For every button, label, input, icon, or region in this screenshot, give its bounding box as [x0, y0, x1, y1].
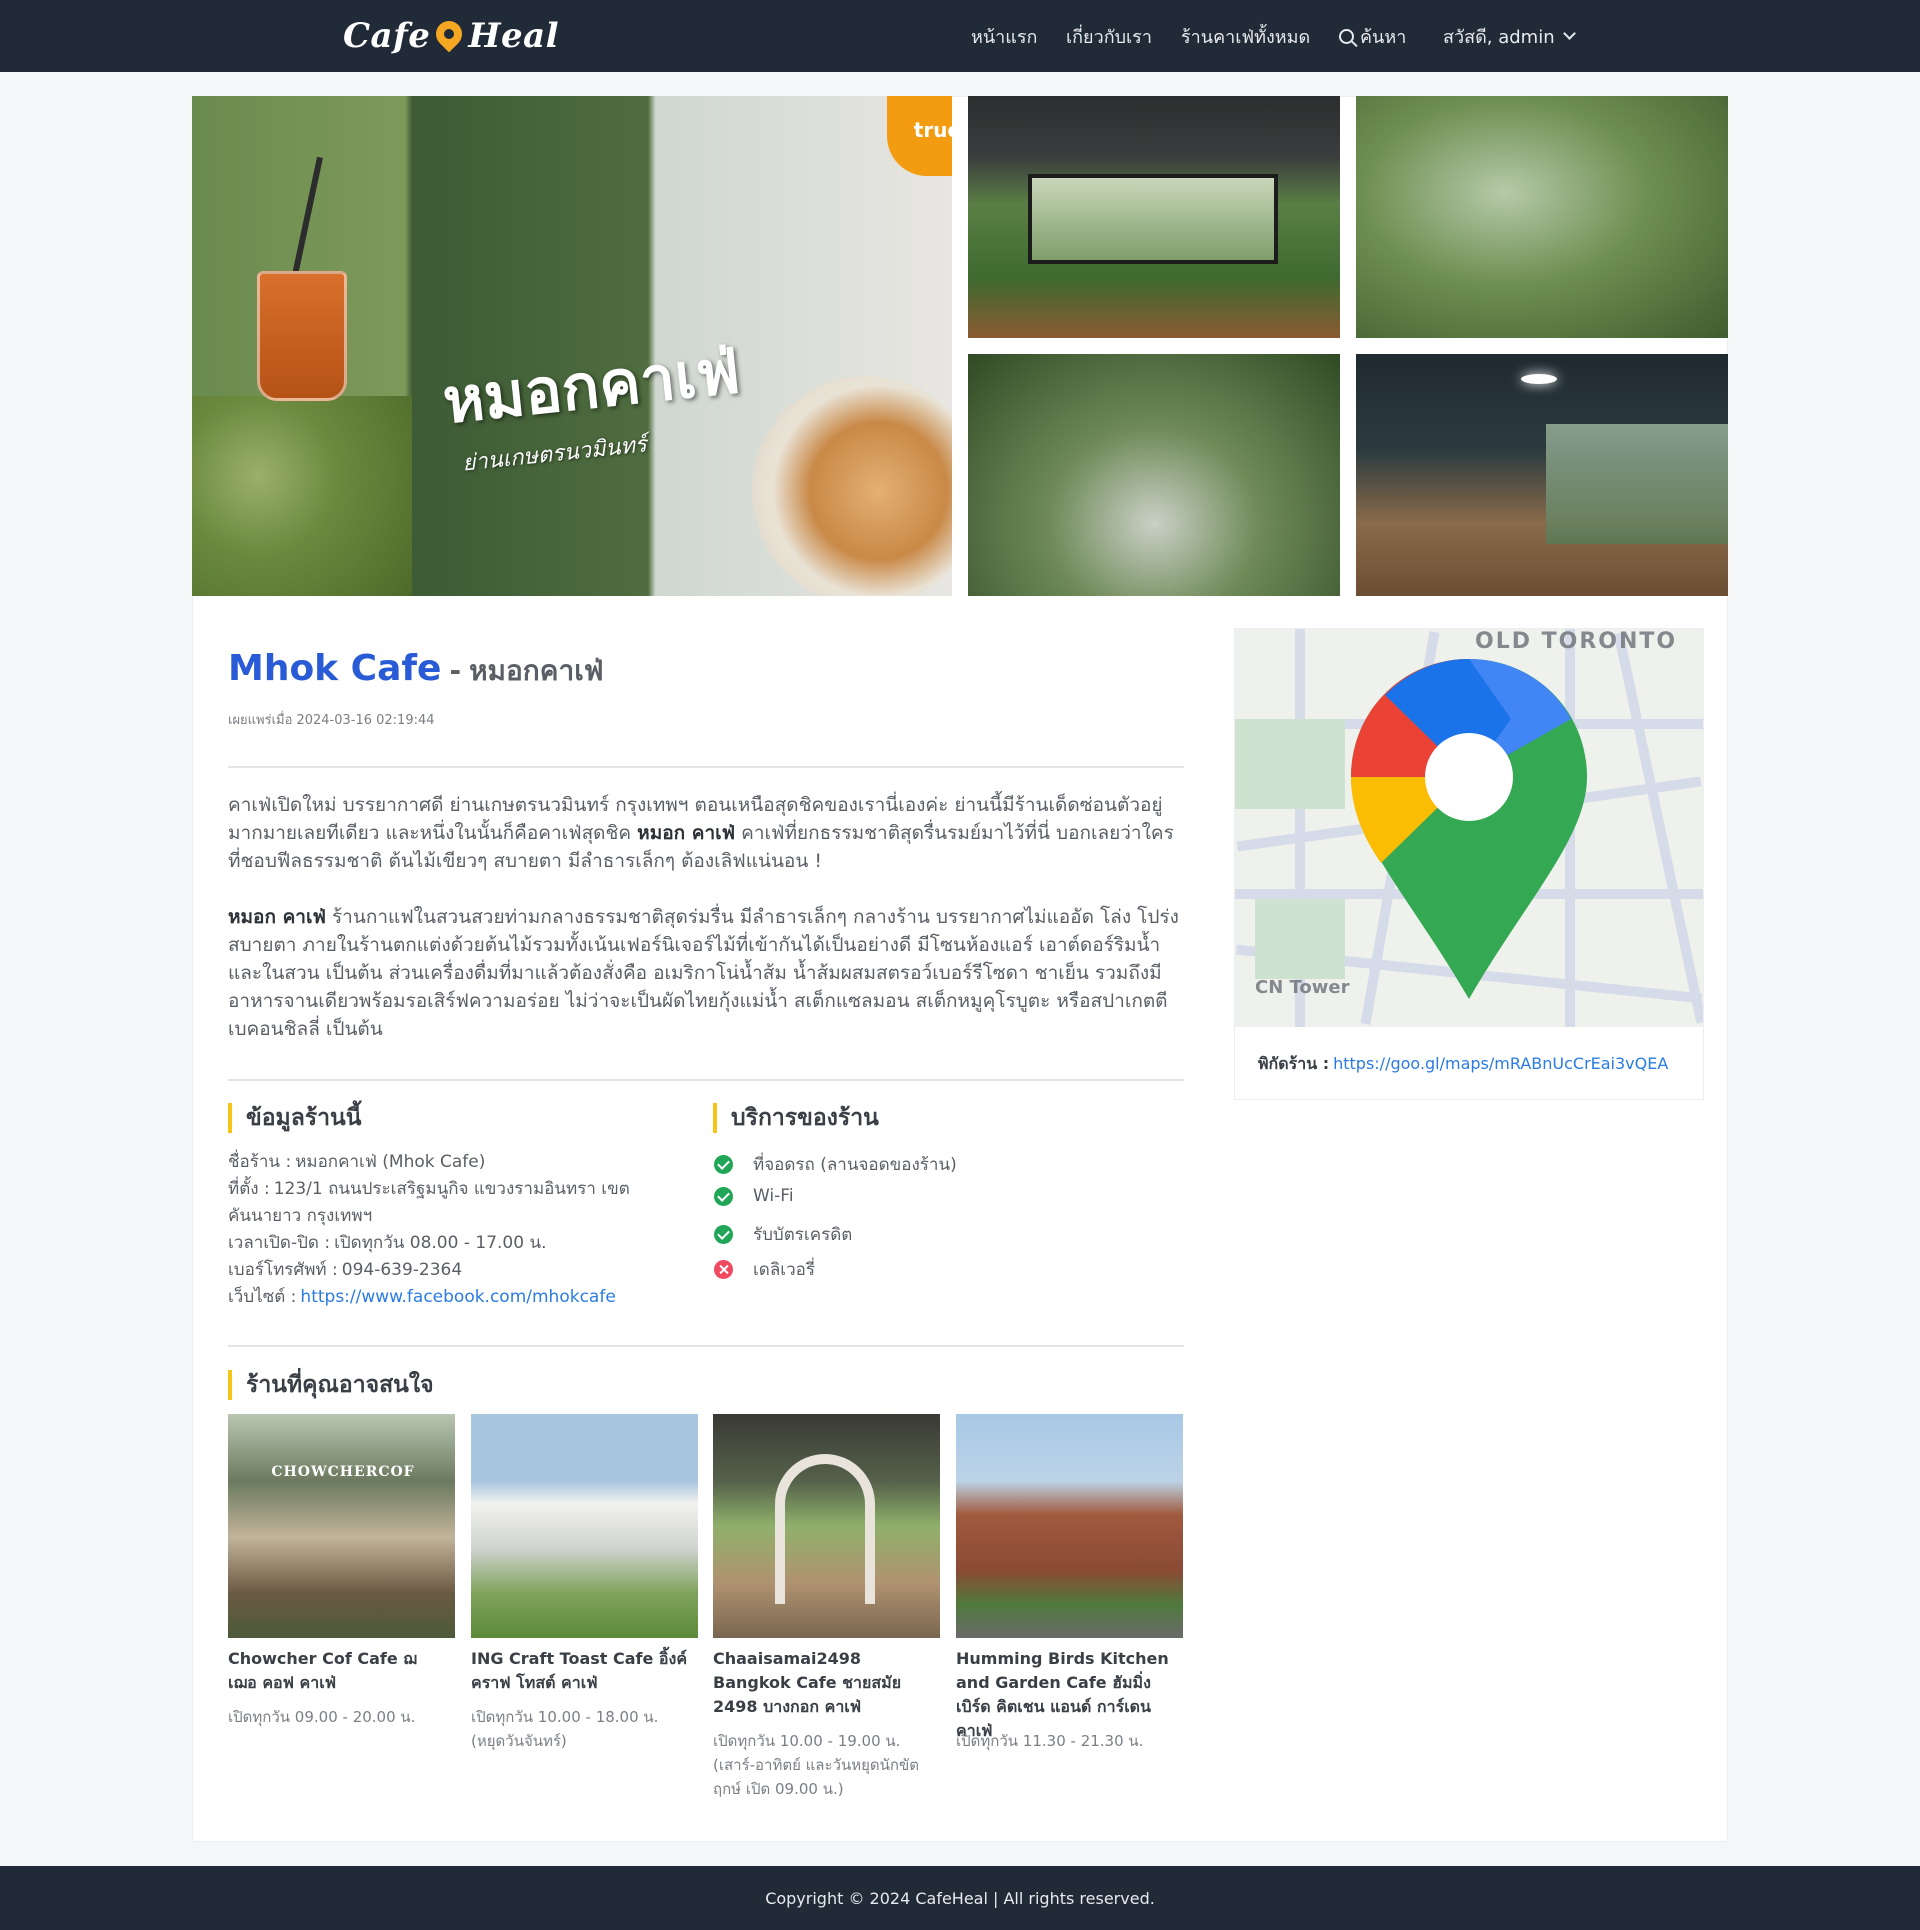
info-name: ชื่อร้าน : หมอกคาเฟ่ (Mhok Cafe) [228, 1152, 486, 1172]
user-menu[interactable]: สวัสดี, admin [1443, 0, 1576, 72]
gallery-photo-4[interactable] [1356, 354, 1728, 596]
related-cafe-name[interactable]: ING Craft Toast Cafe อิ้งค์ คราฟ โทสต์ ค… [471, 1647, 689, 1695]
description-paragraph-1: คาเฟ่เปิดใหม่ บรรยากาศดี ย่านเกษตรนวมินท… [228, 794, 1174, 872]
related-cafe-image[interactable] [956, 1414, 1183, 1638]
check-circle-icon [714, 1225, 733, 1244]
related-cafe-hours: เปิดทุกวัน 10.00 - 18.00 น. (หยุดวันจันท… [471, 1708, 659, 1750]
map-coord-label: พิกัดร้าน : [1258, 1054, 1330, 1073]
related-cafe-hours: เปิดทุกวัน 11.30 - 21.30 น. [956, 1732, 1144, 1750]
service-item: Wi-Fi [714, 1186, 794, 1206]
map-pin-icon [430, 15, 468, 53]
info-website: เว็บไซต์ : https://www.facebook.com/mhokc… [228, 1287, 616, 1307]
related-cafe-image[interactable]: CHOWCHERCOF [228, 1414, 455, 1638]
title-separator: - [449, 654, 462, 687]
cafe-name-en: Mhok Cafe [228, 648, 442, 689]
related-cafe-hours: เปิดทุกวัน 10.00 - 19.00 น. (เสาร์-อาทิต… [713, 1732, 919, 1798]
description-paragraph-2: หมอก คาเฟ่ ร้านกาแฟในสวนสวยท่ามกลางธรรมช… [228, 906, 1179, 1040]
info-phone: เบอร์โทรศัพท์ :094-639-2364 [228, 1260, 463, 1280]
gallery-photo-3[interactable] [968, 354, 1340, 596]
site-logo[interactable]: Cafe Heal [343, 14, 559, 58]
logo-text-cafe: Cafe [343, 16, 431, 56]
logo-text-heal: Heal [468, 16, 560, 56]
divider [228, 766, 1184, 768]
website-link[interactable]: https://www.facebook.com/mhokcafe [300, 1287, 615, 1307]
cafe-name-bold: หมอก คาเฟ่ [228, 906, 326, 928]
gallery-main-photo[interactable]: หมอกคาเฟ่ ย่านเกษตรนวมินทร์ true [192, 96, 952, 596]
map-coordinate: พิกัดร้าน : https://goo.gl/maps/mRABnUcCr… [1258, 1052, 1668, 1077]
map-coord-link[interactable]: https://goo.gl/maps/mRABnUcCrEai3vQEA [1333, 1054, 1668, 1073]
service-item: เดลิเวอรี่ [714, 1256, 815, 1283]
check-circle-icon [714, 1186, 733, 1206]
related-cafe-image[interactable] [471, 1414, 698, 1638]
published-value: 2024-03-16 02:19:44 [296, 713, 435, 728]
search-icon [1339, 28, 1354, 44]
nav-about[interactable]: เกี่ยวกับเรา [1066, 0, 1152, 72]
cafe-name-bold: หมอก คาเฟ่ [637, 822, 736, 844]
chevron-down-icon [1562, 26, 1576, 40]
photo-glass-wall [1546, 424, 1728, 544]
service-item: รับบัตรเครดิต [714, 1221, 852, 1248]
shop-sign: CHOWCHERCOF [271, 1464, 415, 1480]
info-heading: ข้อมูลร้านนี้ [228, 1103, 362, 1133]
photo-ceiling-light [1521, 374, 1557, 384]
related-heading: ร้านที่คุณอาจสนใจ [228, 1370, 434, 1400]
site-footer: Copyright © 2024 CafeHeal | All rights r… [0, 1866, 1920, 1930]
divider [228, 1079, 1184, 1081]
photo-window [1028, 174, 1278, 264]
service-item: ที่จอดรถ (ลานจอดของร้าน) [714, 1151, 957, 1178]
photo-cup [257, 271, 347, 401]
published-label: เผยแพร่เมื่อ [228, 713, 293, 728]
photo-arch [775, 1454, 875, 1604]
info-address: ที่ตั้ง :123/1 ถนนประเสริฐมนูกิจ แขวงราม… [228, 1179, 630, 1226]
page-title: Mhok Cafe - หมอกคาเฟ่ [228, 648, 604, 693]
map-label-cn-tower: CN Tower [1255, 977, 1350, 998]
nav-home[interactable]: หน้าแรก [971, 0, 1037, 72]
top-navbar: Cafe Heal หน้าแรก เกี่ยวกับเรา ร้านคาเฟ่… [0, 0, 1920, 72]
cafe-name-th: หมอกคาเฟ่ [469, 654, 604, 687]
x-circle-icon [714, 1260, 733, 1279]
info-list: ชื่อร้าน : หมอกคาเฟ่ (Mhok Cafe) ที่ตั้ง … [228, 1149, 698, 1311]
divider [228, 1345, 1184, 1347]
services-heading: บริการของร้าน [713, 1103, 879, 1133]
map-label-old-toronto: OLD TORONTO [1475, 629, 1678, 654]
promo-subtitle: ย่านเกษตรนวมินทร์ [461, 432, 648, 477]
channel-badge: true [887, 96, 952, 176]
photo-moss [192, 396, 412, 596]
nav-all-cafes[interactable]: ร้านคาเฟ่ทั้งหมด [1181, 0, 1310, 72]
google-maps-pin-icon [1351, 659, 1587, 999]
copyright-text: Copyright © 2024 CafeHeal | All rights r… [765, 1888, 1155, 1908]
map-preview[interactable]: OLD TORONTO CN Tower [1235, 629, 1703, 1027]
gallery-photo-1[interactable] [968, 96, 1340, 338]
info-hours: เวลาเปิด-ปิด : เปิดทุกวัน 08.00 - 17.00 น… [228, 1233, 547, 1253]
check-circle-icon [714, 1155, 733, 1174]
related-cafe-name[interactable]: Chowcher Cof Cafe ฌ เฌอ คอฟ คาเฟ่ [228, 1647, 446, 1695]
related-cafe-name[interactable]: Chaaisamai2498 Bangkok Cafe ชายสมัย 2498… [713, 1647, 931, 1719]
gallery-photo-2[interactable] [1356, 96, 1728, 338]
photo-straw [291, 156, 323, 281]
published-date: เผยแพร่เมื่อ 2024-03-16 02:19:44 [228, 709, 435, 730]
related-cafe-hours: เปิดทุกวัน 09.00 - 20.00 น. [228, 1708, 416, 1726]
photo-food [752, 376, 952, 596]
related-cafe-image[interactable] [713, 1414, 940, 1638]
nav-search[interactable]: ค้นหา [1339, 0, 1406, 72]
